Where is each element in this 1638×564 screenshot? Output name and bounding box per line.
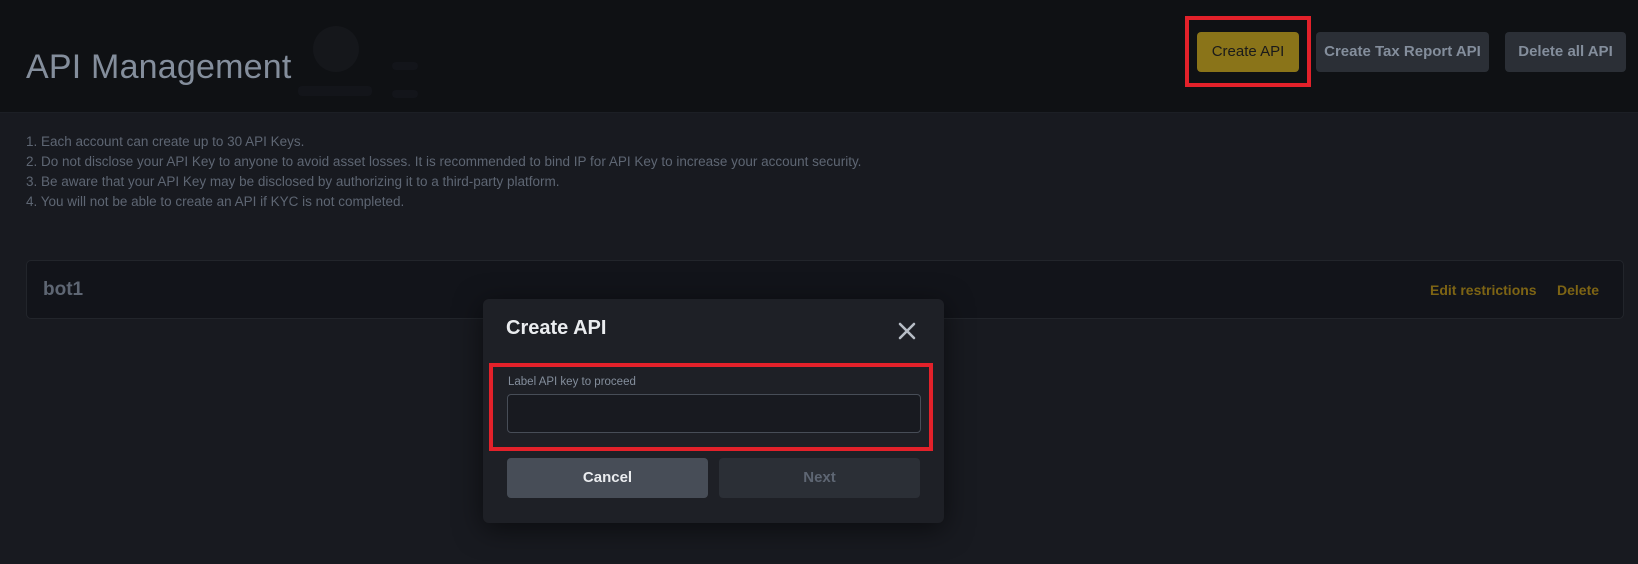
close-button[interactable] <box>895 319 919 343</box>
api-key-name: bot1 <box>43 279 84 300</box>
page-title: API Management <box>26 48 292 86</box>
page-header: API Management Create API Create Tax Rep… <box>0 0 1638 113</box>
note-item: 3. Be aware that your API Key may be dis… <box>26 174 560 189</box>
api-notes-list: 1. Each account can create up to 30 API … <box>26 132 861 212</box>
close-icon <box>898 322 916 340</box>
create-api-button[interactable]: Create API <box>1197 32 1299 72</box>
note-item: 1. Each account can create up to 30 API … <box>26 134 305 149</box>
api-label-field-label: Label API key to proceed <box>508 376 636 388</box>
delete-api-key-link[interactable]: Delete <box>1557 282 1599 298</box>
delete-all-api-button[interactable]: Delete all API <box>1505 32 1626 72</box>
avatar-caption-placeholder <box>298 86 372 96</box>
create-api-modal: Create API Label API key to proceed Canc… <box>483 299 944 523</box>
note-item: 4. You will not be able to create an API… <box>26 194 405 209</box>
header-placeholder-bar <box>392 90 418 98</box>
next-button[interactable]: Next <box>719 458 920 498</box>
api-label-input[interactable] <box>507 394 921 433</box>
cancel-button[interactable]: Cancel <box>507 458 708 498</box>
header-placeholder-bar <box>392 62 418 70</box>
create-tax-report-api-button[interactable]: Create Tax Report API <box>1316 32 1489 72</box>
modal-title: Create API <box>506 317 607 339</box>
note-item: 2. Do not disclose your API Key to anyon… <box>26 154 862 169</box>
avatar <box>313 26 359 72</box>
edit-restrictions-link[interactable]: Edit restrictions <box>1430 282 1537 298</box>
